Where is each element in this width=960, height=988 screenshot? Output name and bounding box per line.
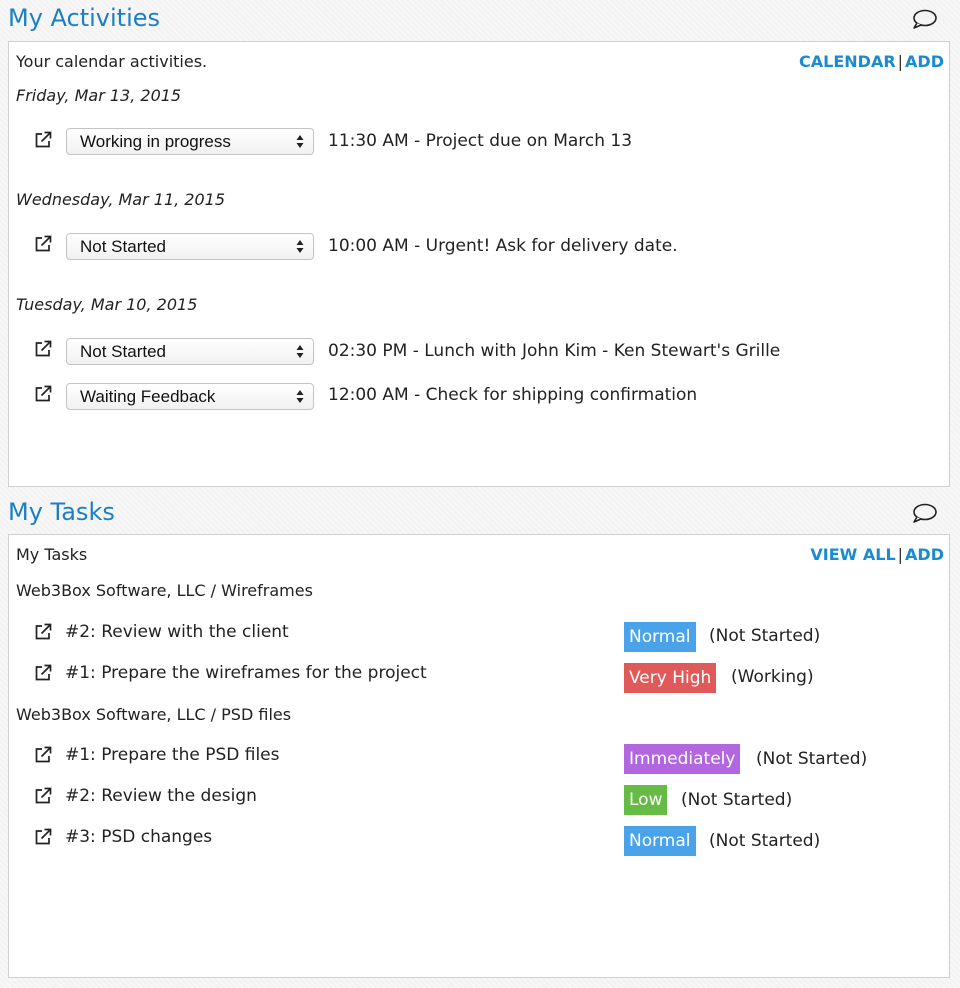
tasks-links: VIEW ALL | ADD <box>810 545 944 564</box>
add-task-link[interactable]: ADD <box>905 545 944 564</box>
task-link[interactable]: #2: Review with the client <box>65 622 289 642</box>
external-link-icon[interactable] <box>34 131 52 149</box>
activity-status-select[interactable]: Not Started <box>66 338 314 365</box>
date-heading: Wednesday, Mar 11, 2015 <box>16 190 226 209</box>
calendar-link[interactable]: CALENDAR <box>799 52 896 71</box>
activity-status-value: Not Started <box>80 342 166 361</box>
tasks-title: My Tasks <box>8 498 115 526</box>
comment-icon[interactable] <box>910 502 938 524</box>
task-status: (Not Started) <box>681 790 793 810</box>
activity-status-value: Waiting Feedback <box>80 387 216 406</box>
link-separator: | <box>897 545 904 564</box>
date-heading: Tuesday, Mar 10, 2015 <box>16 295 198 314</box>
external-link-icon[interactable] <box>34 746 52 764</box>
activity-text: 11:30 AM - Project due on March 13 <box>328 131 633 151</box>
activities-links: CALENDAR | ADD <box>799 52 944 71</box>
tasks-panel: My Tasks VIEW ALL | ADD Web3Box Software, … <box>8 534 950 978</box>
external-link-icon[interactable] <box>34 385 52 403</box>
task-status: (Not Started) <box>756 749 868 769</box>
priority-badge: Very High <box>624 663 717 693</box>
link-separator: | <box>897 52 904 71</box>
select-arrows-icon <box>296 240 304 253</box>
external-link-icon[interactable] <box>34 340 52 358</box>
activity-status-value: Not Started <box>80 237 166 256</box>
activities-panel: Your calendar activities. CALENDAR | ADD F… <box>8 41 950 487</box>
task-link[interactable]: #3: PSD changes <box>65 827 212 847</box>
activity-text: 02:30 PM - Lunch with John Kim - Ken Ste… <box>328 341 781 361</box>
activity-status-select[interactable]: Waiting Feedback <box>66 383 314 410</box>
external-link-icon[interactable] <box>34 787 52 805</box>
activities-title: My Activities <box>8 4 161 32</box>
date-heading: Friday, Mar 13, 2015 <box>16 86 182 105</box>
activity-text: 12:00 AM - Check for shipping confirmati… <box>328 385 698 405</box>
activity-text: 10:00 AM - Urgent! Ask for delivery date… <box>328 236 678 256</box>
task-group-heading: Web3Box Software, LLC / PSD files <box>16 705 292 724</box>
add-activity-link[interactable]: ADD <box>905 52 944 71</box>
external-link-icon[interactable] <box>34 828 52 846</box>
select-arrows-icon <box>296 390 304 403</box>
activity-status-value: Working in progress <box>80 132 231 151</box>
task-status: (Not Started) <box>709 831 821 851</box>
task-link[interactable]: #1: Prepare the PSD files <box>65 745 280 765</box>
view-all-link[interactable]: VIEW ALL <box>810 545 895 564</box>
tasks-description: My Tasks <box>16 545 88 564</box>
external-link-icon[interactable] <box>34 664 52 682</box>
task-group-heading: Web3Box Software, LLC / Wireframes <box>16 581 313 600</box>
comment-icon[interactable] <box>910 8 938 30</box>
external-link-icon[interactable] <box>34 235 52 253</box>
priority-badge: Low <box>624 785 668 815</box>
external-link-icon[interactable] <box>34 623 52 641</box>
task-status: (Not Started) <box>709 626 821 646</box>
priority-badge: Immediately <box>624 744 741 774</box>
task-link[interactable]: #2: Review the design <box>65 786 257 806</box>
task-status: (Working) <box>731 667 814 687</box>
activities-description: Your calendar activities. <box>16 52 208 71</box>
select-arrows-icon <box>296 135 304 148</box>
select-arrows-icon <box>296 345 304 358</box>
activity-status-select[interactable]: Working in progress <box>66 128 314 155</box>
priority-badge: Normal <box>624 826 696 856</box>
activity-status-select[interactable]: Not Started <box>66 233 314 260</box>
priority-badge: Normal <box>624 622 696 652</box>
task-link[interactable]: #1: Prepare the wireframes for the proje… <box>65 663 427 683</box>
